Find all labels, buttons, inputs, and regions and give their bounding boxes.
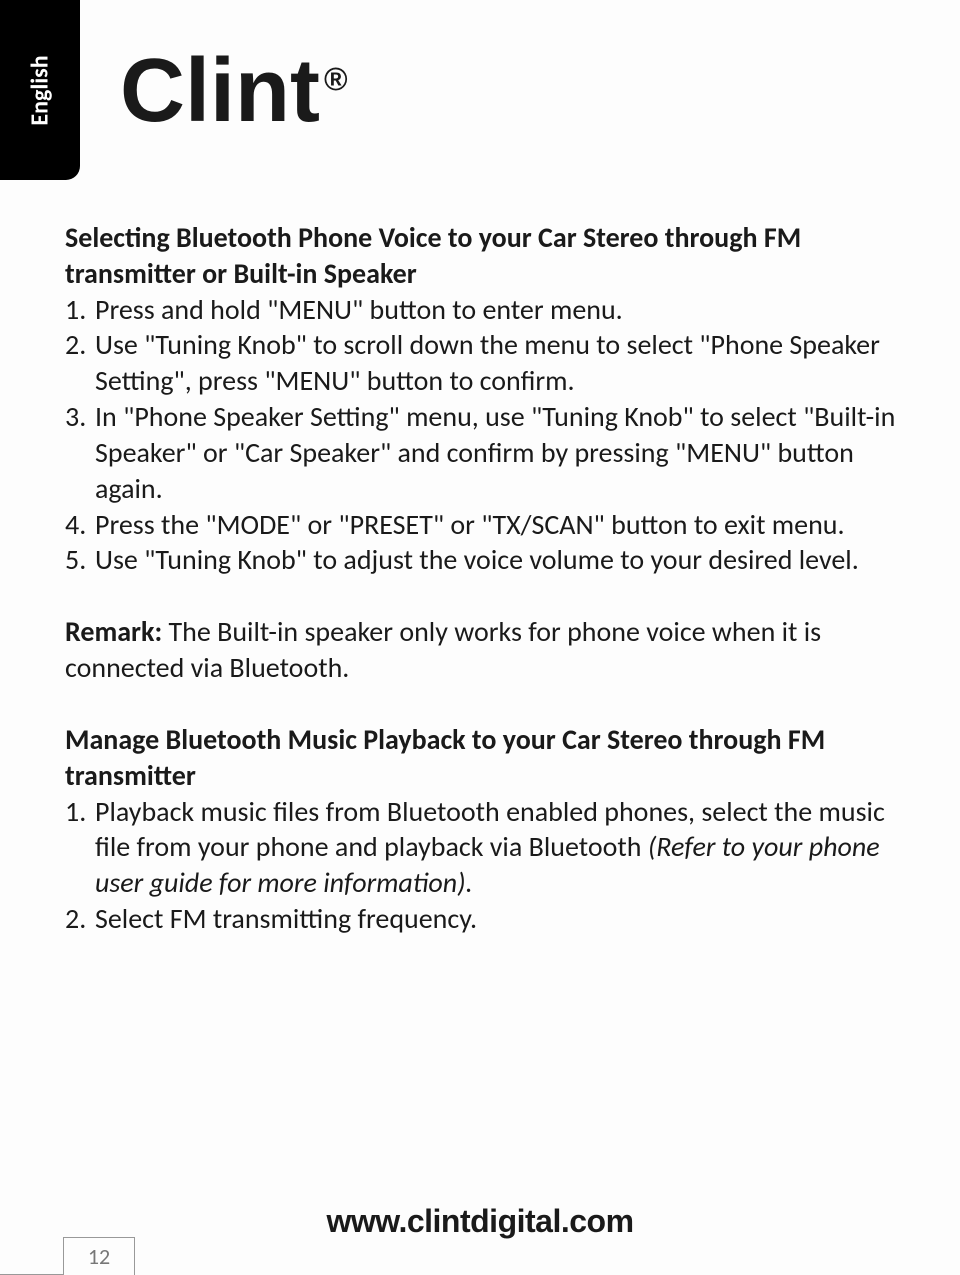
- list-item: 1. Press and hold "MENU" button to enter…: [65, 292, 910, 328]
- list-text: Playback music files from Bluetooth enab…: [95, 794, 910, 901]
- list-item: 4. Press the "MODE" or "PRESET" or "TX/S…: [65, 507, 910, 543]
- remark-label: Remark:: [65, 614, 162, 649]
- list-item: 1. Playback music files from Bluetooth e…: [65, 794, 910, 901]
- list-item: 5. Use "Tuning Knob" to adjust the voice…: [65, 542, 910, 578]
- list-number: 2.: [65, 901, 95, 937]
- brand-logo: Clint®: [120, 40, 348, 143]
- list-number: 1.: [65, 292, 95, 328]
- list-item: 2. Use "Tuning Knob" to scroll down the …: [65, 327, 910, 399]
- list-text: In "Phone Speaker Setting" menu, use "Tu…: [95, 399, 910, 506]
- language-label: English: [26, 55, 55, 125]
- page-number: 12: [63, 1237, 135, 1275]
- list-text: Use "Tuning Knob" to scroll down the men…: [95, 327, 910, 399]
- list-text: Press the "MODE" or "PRESET" or "TX/SCAN…: [95, 507, 910, 543]
- page-content: Selecting Bluetooth Phone Voice to your …: [65, 220, 910, 937]
- remark-text: The Built-in speaker only works for phon…: [65, 614, 821, 685]
- section2-title: Manage Bluetooth Music Playback to your …: [65, 722, 910, 794]
- list-text: Press and hold "MENU" button to enter me…: [95, 292, 910, 328]
- list-number: 2.: [65, 327, 95, 399]
- list-number: 1.: [65, 794, 95, 901]
- language-tab: English: [0, 0, 80, 180]
- remark-paragraph: Remark: The Built-in speaker only works …: [65, 614, 910, 686]
- section1-title: Selecting Bluetooth Phone Voice to your …: [65, 220, 910, 292]
- list-text: Select FM transmitting frequency.: [95, 901, 910, 937]
- list-number: 5.: [65, 542, 95, 578]
- brand-text: Clint: [120, 41, 320, 141]
- list-item: 3. In "Phone Speaker Setting" menu, use …: [65, 399, 910, 506]
- footer-url: www.clintdigital.com: [0, 1203, 960, 1240]
- list-number: 4.: [65, 507, 95, 543]
- page-number-text: 12: [88, 1243, 110, 1270]
- list-item: 2. Select FM transmitting frequency.: [65, 901, 910, 937]
- registered-mark: ®: [324, 61, 348, 97]
- list-text: Use "Tuning Knob" to adjust the voice vo…: [95, 542, 910, 578]
- list-number: 3.: [65, 399, 95, 506]
